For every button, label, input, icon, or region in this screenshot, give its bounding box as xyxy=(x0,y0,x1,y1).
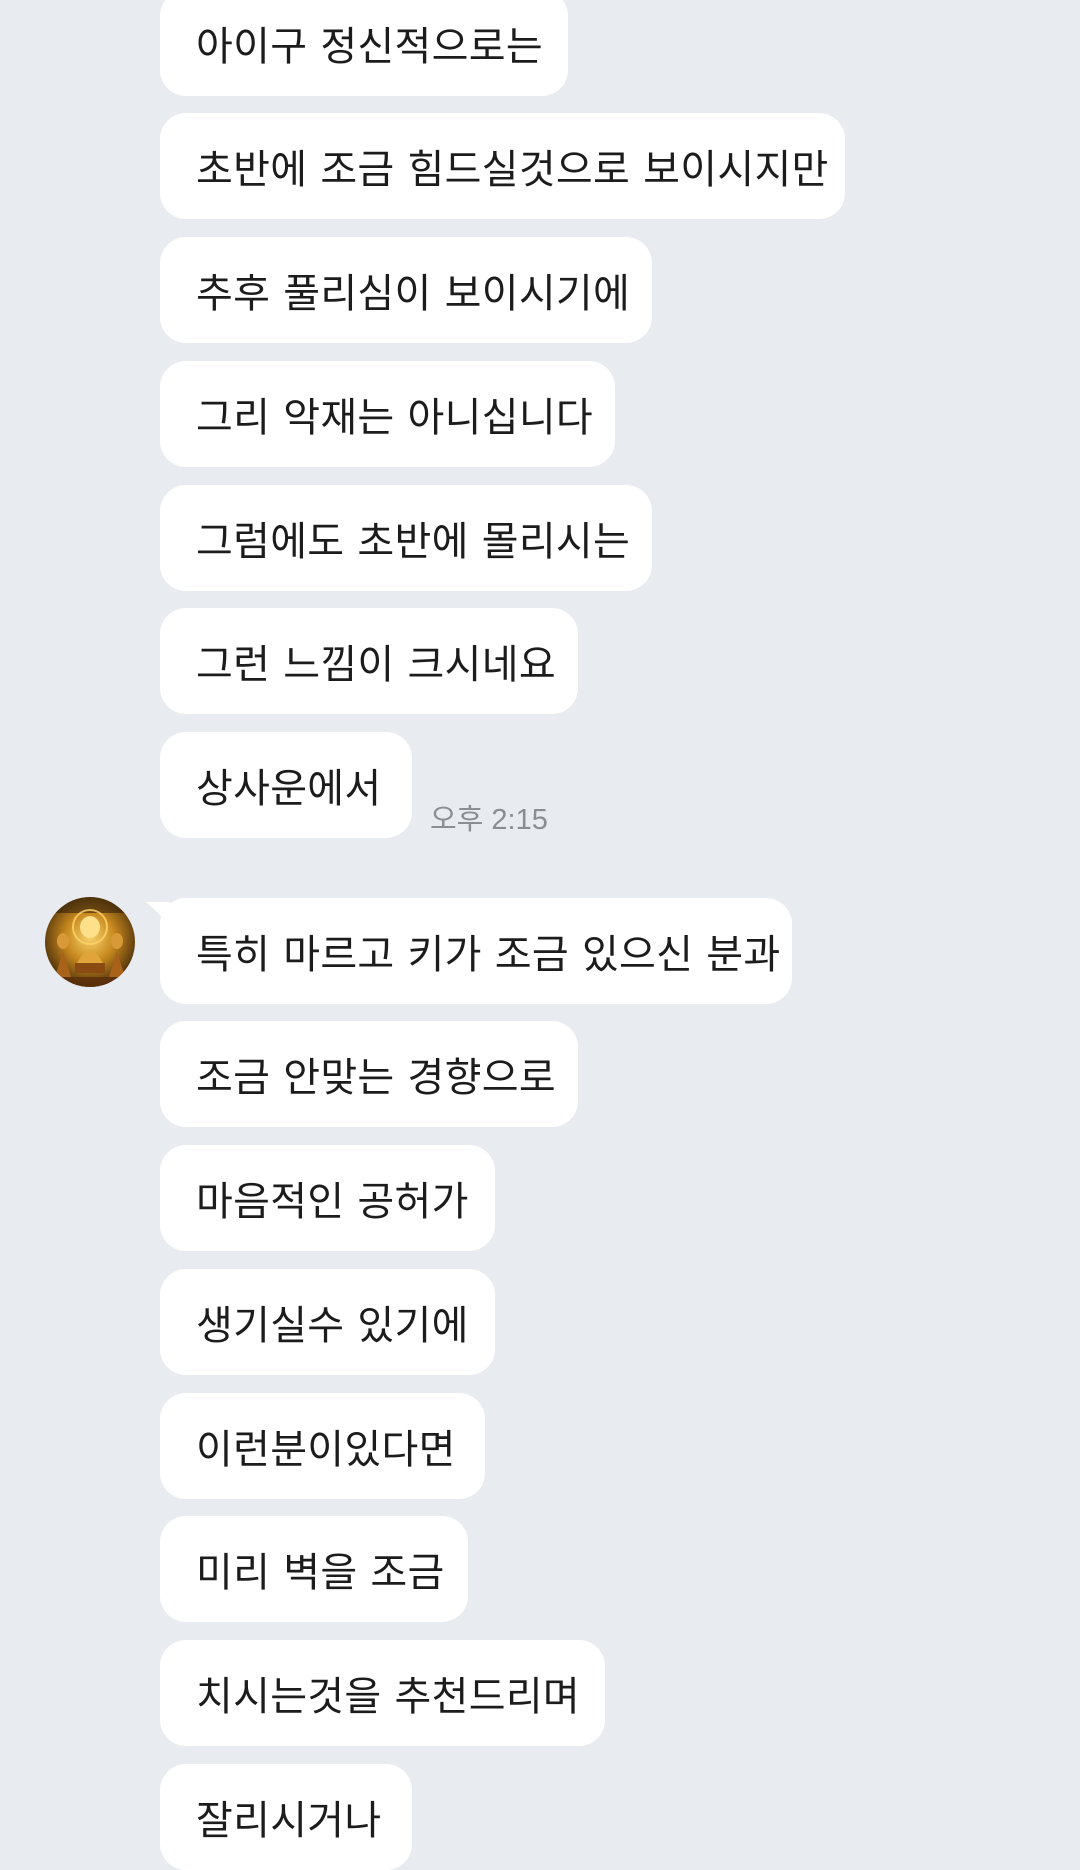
message-timestamp: 오후 2:15 xyxy=(430,804,548,836)
message-bubble[interactable]: 미리 벽을 조금 xyxy=(160,1516,468,1622)
message-bubble[interactable]: 초반에 조금 힘드실것으로 보이시지만 xyxy=(160,113,845,219)
message-text: 그런 느낌이 크시네요 xyxy=(196,642,556,688)
message-bubble[interactable]: 치시는것을 추천드리며 xyxy=(160,1640,605,1746)
message-text: 마음적인 공허가 xyxy=(196,1179,469,1225)
message-text: 조금 안맞는 경향으로 xyxy=(196,1055,556,1101)
message-text: 상사운에서 xyxy=(196,766,382,812)
message-text: 생기실수 있기에 xyxy=(196,1303,469,1349)
message-bubble[interactable]: 그런 느낌이 크시네요 xyxy=(160,608,578,714)
avatar-image xyxy=(45,897,135,987)
message-text: 이런분이있다면 xyxy=(196,1427,456,1473)
message-bubble[interactable]: 추후 풀리심이 보이시기에 xyxy=(160,237,652,343)
sender-avatar[interactable] xyxy=(45,897,135,987)
bubble-tail xyxy=(146,902,170,924)
message-bubble[interactable]: 그럼에도 초반에 몰리시는 xyxy=(160,485,652,591)
chat-thread[interactable]: 아이구 정신적으로는 초반에 조금 힘드실것으로 보이시지만 추후 풀리심이 보… xyxy=(0,0,1080,1870)
message-text: 미리 벽을 조금 xyxy=(196,1550,445,1596)
message-bubble[interactable]: 아이구 정신적으로는 xyxy=(160,0,568,96)
message-text: 그리 악재는 아니십니다 xyxy=(196,395,594,441)
message-text: 초반에 조금 힘드실것으로 보이시지만 xyxy=(196,147,829,193)
message-bubble[interactable]: 마음적인 공허가 xyxy=(160,1145,495,1251)
message-text: 그럼에도 초반에 몰리시는 xyxy=(196,519,631,565)
message-text: 치시는것을 추천드리며 xyxy=(196,1674,581,1720)
message-text: 추후 풀리심이 보이시기에 xyxy=(196,271,631,317)
message-bubble[interactable]: 생기실수 있기에 xyxy=(160,1269,495,1375)
message-bubble[interactable]: 상사운에서 xyxy=(160,732,412,838)
message-text: 특히 마르고 키가 조금 있으신 분과 xyxy=(196,932,781,978)
message-bubble[interactable]: 잘리시거나 xyxy=(160,1764,412,1870)
message-bubble[interactable]: 조금 안맞는 경향으로 xyxy=(160,1021,578,1127)
message-bubble[interactable]: 그리 악재는 아니십니다 xyxy=(160,361,615,467)
message-bubble[interactable]: 특히 마르고 키가 조금 있으신 분과 xyxy=(146,898,792,1004)
message-text: 잘리시거나 xyxy=(196,1798,382,1844)
message-bubble[interactable]: 이런분이있다면 xyxy=(160,1393,485,1499)
message-text: 아이구 정신적으로는 xyxy=(196,24,543,70)
